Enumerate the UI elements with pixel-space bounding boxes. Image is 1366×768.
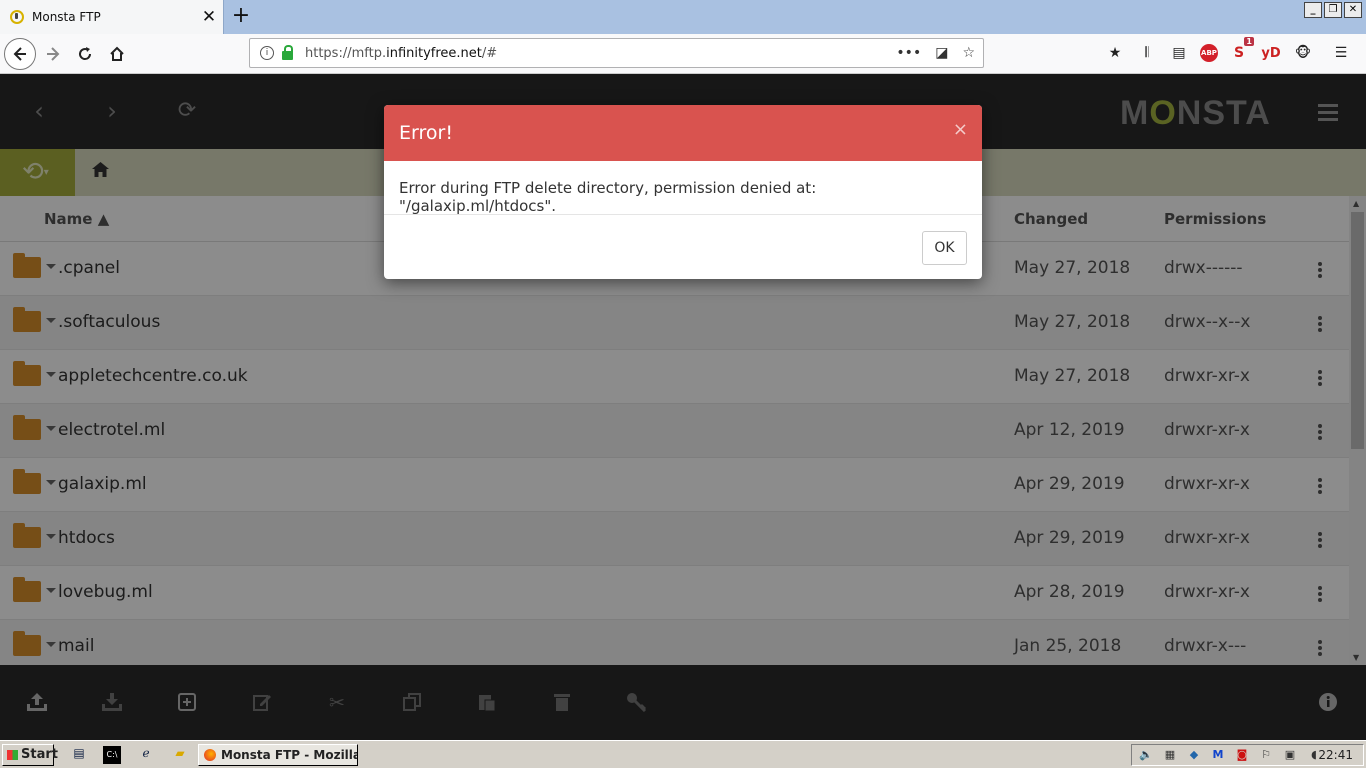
network-icon[interactable]: ▦ <box>1162 748 1178 764</box>
tab-close-icon[interactable]: ✕ <box>201 7 217 27</box>
browser-nav-bar: i https://mftp.infinityfree.net/# ••• ◪ … <box>0 34 1366 74</box>
dialog-title: Error! <box>399 122 453 144</box>
browser-tab[interactable]: Monsta FTP ✕ <box>0 0 224 34</box>
folder-quicklaunch-icon[interactable]: ▰ <box>171 746 189 764</box>
start-button[interactable]: Start <box>2 744 58 766</box>
antivirus-icon[interactable]: ◙ <box>1234 748 1250 764</box>
tab-title: Monsta FTP <box>32 10 101 24</box>
windows-taskbar: Start ▤ C:\ ℯ ▰ Monsta FTP - Mozilla F..… <box>0 740 1366 768</box>
ok-button[interactable]: OK <box>922 231 967 265</box>
system-tray: 🔈 ▦ ◆ M ◙ ⚐ ▣ ◖ 22:41 <box>1131 744 1364 766</box>
page-actions-icon[interactable]: ••• <box>896 45 921 61</box>
minimize-icon[interactable]: _ <box>1304 2 1322 18</box>
error-dialog: Error! × Error during FTP delete directo… <box>384 105 982 279</box>
browser-menu-icon[interactable]: ☰ <box>1330 42 1352 64</box>
command-prompt-icon[interactable]: C:\ <box>103 746 121 764</box>
url-text[interactable]: https://mftp.infinityfree.net/# <box>305 46 896 61</box>
monkey-extension-icon[interactable]: 🐵 <box>1292 42 1314 64</box>
dialog-message: Error during FTP delete directory, permi… <box>384 161 982 215</box>
library-icon[interactable]: 𝄃 <box>1136 42 1158 64</box>
dialog-header: Error! × <box>384 105 982 161</box>
restore-icon[interactable]: ❐ <box>1324 2 1342 18</box>
flag-icon[interactable]: ⚐ <box>1258 748 1274 764</box>
secure-lock-icon <box>282 44 293 60</box>
adblock-plus-icon[interactable]: ABP <box>1200 44 1218 62</box>
monsta-favicon-icon <box>10 10 24 24</box>
reload-icon[interactable] <box>71 40 99 68</box>
url-bar[interactable]: i https://mftp.infinityfree.net/# ••• ◪ … <box>249 38 984 68</box>
window-controls: _ ❐ ✕ <box>1304 2 1362 18</box>
clock: 22:41 <box>1318 748 1353 762</box>
dialog-close-icon[interactable]: × <box>953 119 968 140</box>
site-info-icon[interactable]: i <box>260 46 274 60</box>
pocket-icon[interactable]: ◪ <box>935 45 948 61</box>
malwarebytes-icon[interactable]: M <box>1210 748 1226 764</box>
browser-tab-bar: Monsta FTP ✕ + _ ❐ ✕ <box>0 0 1366 34</box>
toolbar-icons: ★ 𝄃 ▤ ABP S1 yD 🐵 ☰ <box>1104 37 1352 64</box>
bookmark-star-icon[interactable]: ☆ <box>962 45 975 61</box>
sidebar-icon[interactable]: ▤ <box>1168 42 1190 64</box>
dialog-footer: OK <box>384 215 982 279</box>
yd-extension-icon[interactable]: yD <box>1260 42 1282 64</box>
taskbar-item-firefox[interactable]: Monsta FTP - Mozilla F... <box>198 744 358 766</box>
tray-device-icon[interactable]: ▣ <box>1282 748 1298 764</box>
extension-badge: 1 <box>1244 37 1254 46</box>
extension-s-icon[interactable]: S1 <box>1228 37 1254 64</box>
tray-app-icon[interactable]: ◆ <box>1186 748 1202 764</box>
ie-icon[interactable]: ℯ <box>137 746 155 764</box>
notepad-icon[interactable]: ▤ <box>70 746 88 764</box>
back-arrow-icon[interactable] <box>4 38 36 70</box>
bookmarks-icon[interactable]: ★ <box>1104 42 1126 64</box>
home-icon[interactable] <box>103 40 131 68</box>
speaker-icon[interactable]: 🔈 <box>1138 748 1154 764</box>
forward-arrow-icon[interactable] <box>39 40 67 68</box>
window-close-icon[interactable]: ✕ <box>1344 2 1362 18</box>
new-tab-icon[interactable]: + <box>229 3 253 29</box>
